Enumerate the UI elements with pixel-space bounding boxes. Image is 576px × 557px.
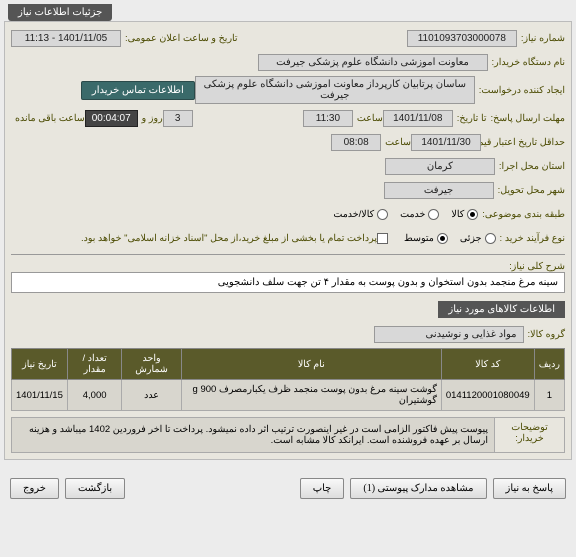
deadline-time: 11:30 bbox=[303, 110, 353, 127]
city-label: شهر محل تحویل: bbox=[498, 185, 565, 196]
th-qty: تعداد / مقدار bbox=[67, 349, 122, 380]
city-value: جیرفت bbox=[384, 182, 494, 199]
divider bbox=[11, 254, 565, 255]
return-button[interactable]: بازگشت bbox=[65, 478, 125, 499]
radio-medium[interactable]: متوسط bbox=[404, 233, 448, 244]
cell-row: 1 bbox=[534, 380, 564, 411]
footer: پاسخ به نیاز مشاهده مدارک پیوستی (1) چاپ… bbox=[4, 472, 572, 505]
th-date: تاریخ نیاز bbox=[12, 349, 68, 380]
hour-label-2: ساعت bbox=[385, 137, 411, 148]
radio-dot-icon bbox=[485, 233, 496, 244]
hour-label-1: ساعت bbox=[357, 113, 383, 124]
days-left: 3 bbox=[163, 110, 193, 127]
announce-value: 1401/11/05 - 11:13 bbox=[11, 30, 121, 47]
credit-date-label: حداقل تاریخ اعتبار قیمت؛ تا تاریخ: bbox=[485, 137, 565, 148]
main-desc-label: شرح کلی نیاز: bbox=[509, 261, 565, 272]
attachments-button[interactable]: مشاهده مدارک پیوستی (1) bbox=[350, 478, 486, 499]
days-and-label: روز و bbox=[142, 113, 163, 124]
radio-dot-icon bbox=[428, 209, 439, 220]
table-row[interactable]: 1 0141120001080049 گوشت سینه مرغ بدون پو… bbox=[12, 380, 565, 411]
goods-group-label: گروه کالا: bbox=[528, 329, 565, 340]
contact-buyer-button[interactable]: اطلاعات تماس خریدار bbox=[81, 81, 195, 100]
announce-label: تاریخ و ساعت اعلان عمومی: bbox=[125, 33, 238, 44]
to-date-label: تا تاریخ: bbox=[457, 113, 487, 124]
credit-time: 08:08 bbox=[331, 134, 381, 151]
need-no-value: 1101093703000078 bbox=[407, 30, 517, 47]
goods-group-value: مواد غذایی و نوشیدنی bbox=[374, 326, 524, 343]
province-value: کرمان bbox=[385, 158, 495, 175]
deadline-date: 1401/11/08 bbox=[383, 110, 453, 127]
need-no-label: شماره نیاز: bbox=[521, 33, 565, 44]
partial-pay-note: پرداخت تمام یا بخشی از مبلغ خرید،از محل … bbox=[15, 233, 377, 244]
buyer-label: نام دستگاه خریدار: bbox=[492, 57, 566, 68]
notes-table: توضیحات خریدار: پیوست پیش فاکتور الزامی … bbox=[11, 417, 565, 453]
print-button[interactable]: چاپ bbox=[300, 478, 345, 499]
th-row: ردیف bbox=[534, 349, 564, 380]
header-tab: جزئیات اطلاعات نیاز bbox=[8, 4, 112, 21]
cell-qty: 4,000 bbox=[67, 380, 122, 411]
buy-type-radio-group: جزئی متوسط bbox=[404, 233, 496, 244]
buyer-notes-value: پیوست پیش فاکتور الزامی است در غیر اینصو… bbox=[12, 418, 495, 453]
buyer-notes-label: توضیحات خریدار: bbox=[495, 418, 565, 453]
cell-name: گوشت سینه مرغ بدون پوست منجمد ظرف یکبارم… bbox=[181, 380, 441, 411]
radio-dot-icon bbox=[377, 209, 388, 220]
main-desc-value: سینه مرغ منجمد بدون استخوان و بدون پوست … bbox=[11, 272, 565, 293]
radio-goods-service[interactable]: کالا/خدمت bbox=[333, 209, 388, 220]
cell-unit: عدد bbox=[122, 380, 181, 411]
creator-label: ایجاد کننده درخواست: bbox=[479, 85, 565, 96]
time-left-label: ساعت باقی مانده bbox=[15, 113, 85, 124]
th-code: کد کالا bbox=[441, 349, 534, 380]
respond-button[interactable]: پاسخ به نیاز bbox=[493, 478, 567, 499]
th-unit: واحد شمارش bbox=[122, 349, 181, 380]
radio-dot-icon bbox=[467, 209, 478, 220]
province-label: استان محل اجرا: bbox=[499, 161, 565, 172]
cell-code: 0141120001080049 bbox=[441, 380, 534, 411]
buy-type-label: نوع فرآیند خرید : bbox=[500, 233, 565, 244]
subject-class-label: طبقه بندی موضوعی: bbox=[482, 209, 565, 220]
radio-dot-icon bbox=[437, 233, 448, 244]
exit-button[interactable]: خروج bbox=[10, 478, 59, 499]
radio-minor[interactable]: جزئی bbox=[460, 233, 496, 244]
items-table: ردیف کد کالا نام کالا واحد شمارش تعداد /… bbox=[11, 348, 565, 411]
creator-value: ساسان پرتابیان کارپرداز معاونت اموزشی دا… bbox=[195, 76, 475, 104]
subject-radio-group: کالا خدمت کالا/خدمت bbox=[333, 209, 478, 220]
buyer-value: معاونت اموزشی دانشگاه علوم پزشکی جیرفت bbox=[258, 54, 488, 71]
deadline-label: مهلت ارسال پاسخ: bbox=[491, 113, 565, 124]
credit-date: 1401/11/30 bbox=[411, 134, 481, 151]
radio-service[interactable]: خدمت bbox=[400, 209, 439, 220]
partial-pay-checkbox[interactable] bbox=[377, 233, 388, 244]
radio-goods[interactable]: کالا bbox=[451, 209, 478, 220]
countdown: 00:04:07 bbox=[85, 110, 138, 127]
info-section: شماره نیاز: 1101093703000078 تاریخ و ساع… bbox=[4, 21, 572, 460]
goods-info-title: اطلاعات کالاهای مورد نیاز bbox=[438, 301, 565, 318]
th-name: نام کالا bbox=[181, 349, 441, 380]
cell-date: 1401/11/15 bbox=[12, 380, 68, 411]
